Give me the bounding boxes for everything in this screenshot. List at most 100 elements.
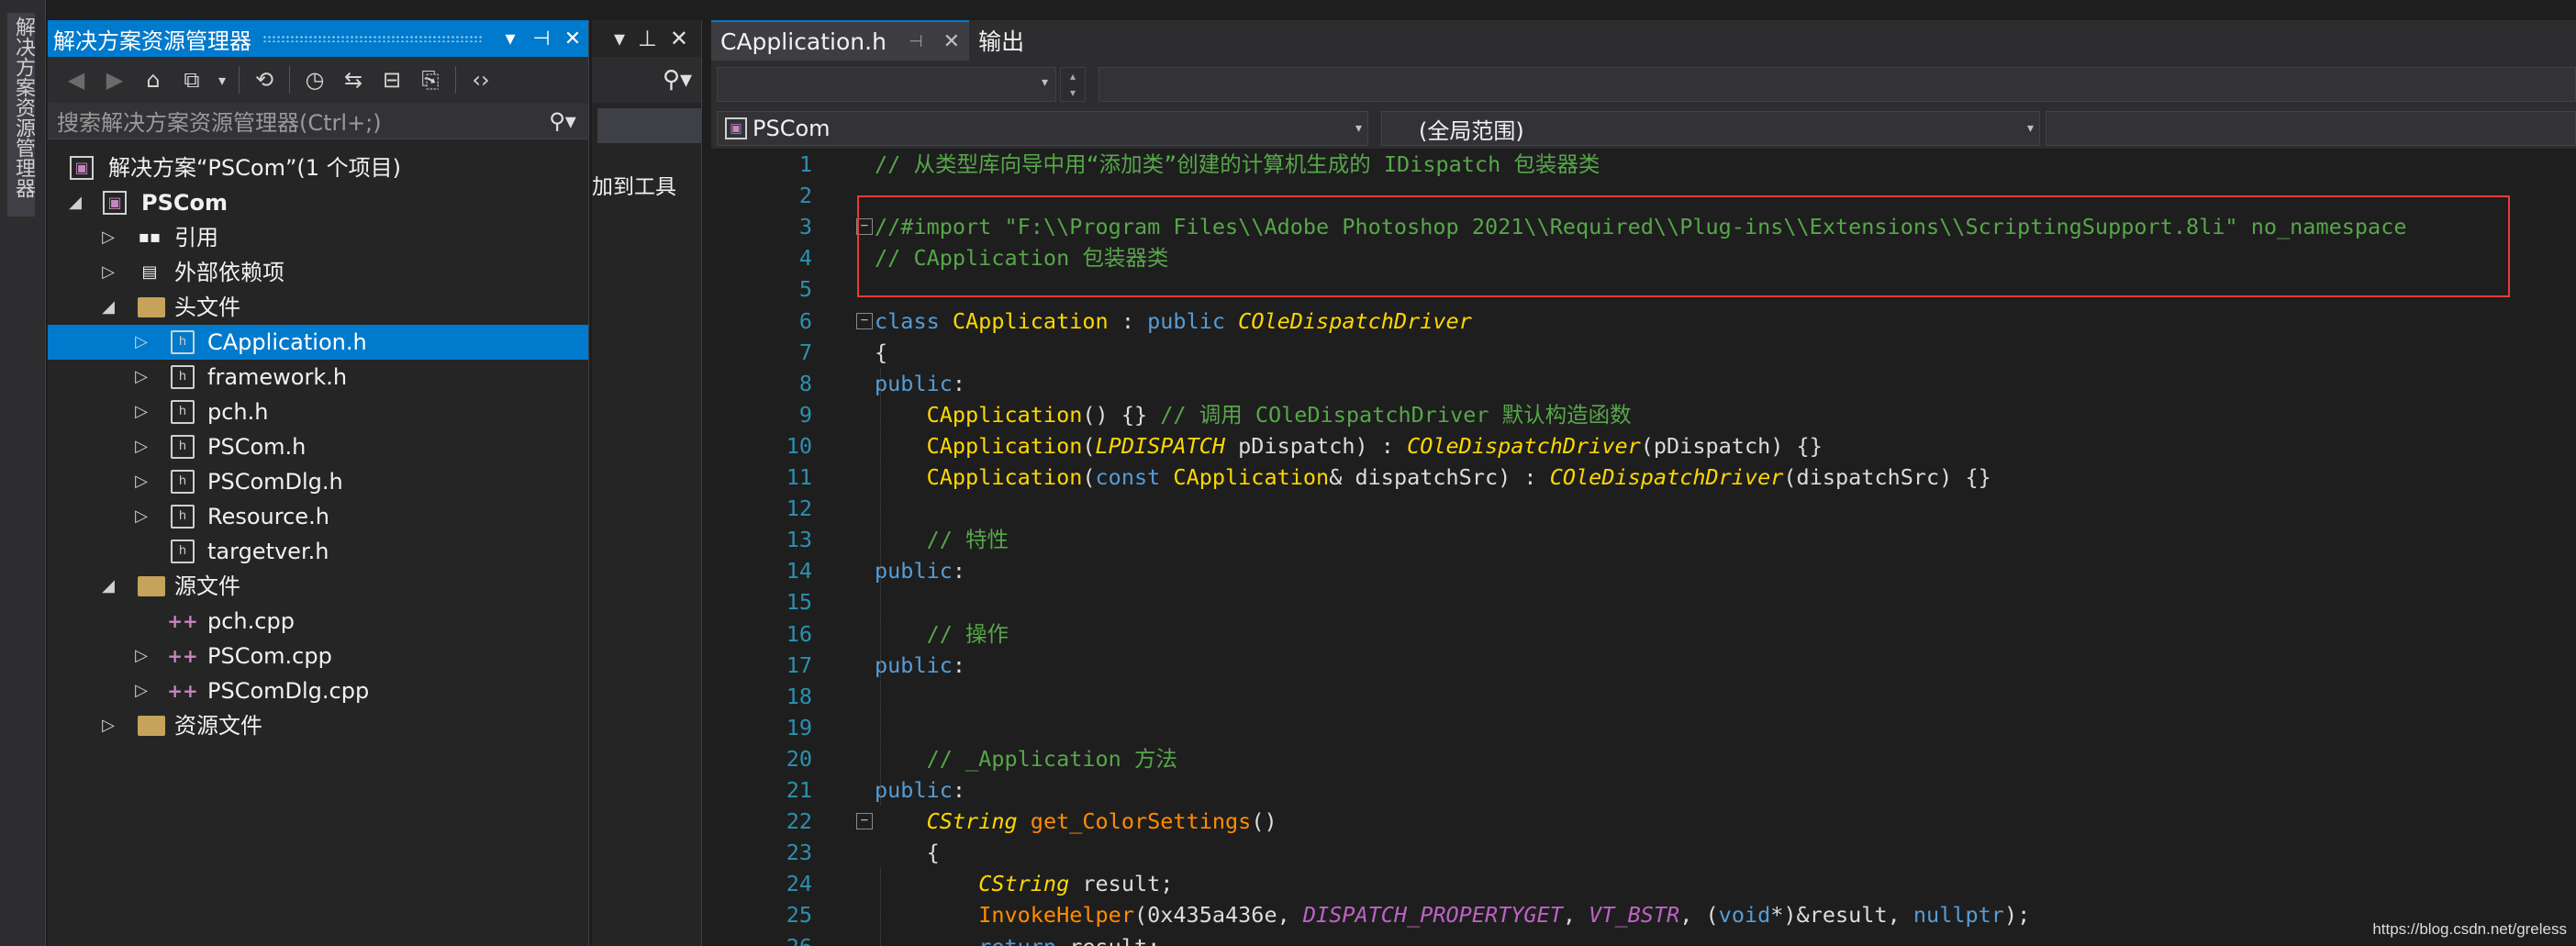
header-file-icon: h [171, 505, 195, 529]
secondary-pane-input[interactable] [597, 108, 701, 143]
references-icon: ▪▪ [138, 228, 162, 247]
tree-item[interactable]: ▷ h CApplication.h [48, 325, 588, 360]
solution-explorer-toolbar: ◀ ▶ ⌂ ⧉ ▾ ⟲ ◷ ⇆ ⊟ ⎘ ‹› [48, 57, 588, 103]
search-icon[interactable]: ⚲▾ [537, 108, 588, 134]
expand-arrow-icon[interactable]: ▷ [132, 395, 151, 429]
tab-capplication-h[interactable]: CApplication.h ⊣ ✕ [711, 20, 970, 61]
tree-item[interactable]: ▷ h framework.h [48, 360, 588, 395]
pin-icon[interactable]: ⊣ [526, 28, 557, 50]
forward-icon[interactable]: ▶ [97, 63, 132, 96]
close-icon[interactable]: ✕ [670, 26, 688, 51]
code-line: 19 [711, 712, 2576, 743]
line-number: 9 [798, 401, 812, 428]
tree-item-label: PSCom.h [207, 434, 307, 460]
line-number: 5 [798, 276, 812, 303]
tree-item[interactable]: ◢ ▣ PSCom [48, 185, 588, 220]
tree-item[interactable]: ▷ h PSCom.h [48, 429, 588, 464]
back-icon[interactable]: ◀ [59, 63, 94, 96]
cpp-file-icon: ++ [167, 680, 198, 702]
code-line: 25 InvokeHelper(0x435a436e, DISPATCH_PRO… [711, 899, 2576, 930]
history-icon[interactable]: ◷ [297, 63, 332, 96]
spin-buttons[interactable]: ▴ ▾ [1060, 67, 1086, 102]
collapse-arrow-icon[interactable]: ◢ [66, 185, 84, 220]
tree-item[interactable]: ▷ ++ PSCom.cpp [48, 639, 588, 673]
collapse-arrow-icon[interactable]: ◢ [99, 290, 117, 325]
code-text: public: [875, 370, 966, 396]
cpp-file-icon: ++ [167, 645, 198, 667]
close-icon[interactable]: ✕ [557, 28, 588, 50]
tree-item[interactable]: ▷ h PSComDlg.h [48, 464, 588, 499]
code-text: CApplication(LPDISPATCH pDispatch) : COl… [926, 432, 1823, 459]
show-all-files-icon[interactable]: ⎘ [413, 63, 448, 96]
tree-item[interactable]: ▷ ++ PSComDlg.cpp [48, 673, 588, 708]
tree-item[interactable]: ▷ h Resource.h [48, 499, 588, 534]
code-line: 13 // 特性 [711, 524, 2576, 555]
code-text: return result; [875, 931, 1160, 946]
tree-item[interactable]: h targetver.h [48, 534, 588, 569]
expand-arrow-icon[interactable]: ▷ [99, 255, 117, 290]
views-dropdown-icon[interactable]: ▾ [213, 63, 231, 96]
collapse-all-icon[interactable]: ⊟ [374, 63, 409, 96]
header-file-icon: h [171, 540, 195, 563]
tree-item[interactable]: ◢ 头文件 [48, 290, 588, 325]
code-line: 14 public: [711, 555, 2576, 586]
secondary-pane-titlebar: ▾ ⊥ ✕ [592, 20, 701, 57]
code-text: CString get_ColorSettings() [926, 808, 1277, 835]
code-line: 20 // _Application 方法 [711, 743, 2576, 774]
view-code-icon[interactable]: ‹› [463, 63, 498, 96]
code-line: 8 public: [711, 368, 2576, 399]
collapse-arrow-icon[interactable]: ◢ [99, 569, 117, 604]
dropdown-icon[interactable]: ▾ [495, 28, 526, 50]
fold-toggle-icon[interactable]: − [856, 813, 873, 830]
tree-item[interactable]: ▷ ▤ 外部依赖项 [48, 255, 588, 290]
tab-output[interactable]: 输出 [969, 20, 1033, 61]
code-line: 6 − class CApplication : public COleDispat… [711, 306, 2576, 337]
solution-search-box[interactable]: 搜索解决方案资源管理器(Ctrl+;) ⚲▾ [48, 103, 588, 139]
line-number: 12 [786, 495, 812, 522]
solution-search-input[interactable]: 搜索解决方案资源管理器(Ctrl+;) [57, 105, 537, 137]
secondary-pane-label: 加到工具 [592, 175, 676, 199]
code-text: // 特性 [926, 527, 1009, 553]
expand-arrow-icon[interactable]: ▷ [99, 708, 117, 743]
expand-arrow-icon[interactable]: ▷ [132, 464, 151, 499]
close-icon[interactable]: ✕ [943, 30, 960, 53]
member-scope-dropdown[interactable] [2046, 111, 2576, 146]
code-line: 12 [711, 493, 2576, 524]
pin-icon[interactable]: ⊥ [638, 26, 657, 51]
project-dropdown[interactable]: ▣ PSCom ▾ [717, 111, 1368, 146]
line-number: 26 [711, 931, 812, 946]
code-text: CApplication(const CApplication& dispatc… [926, 464, 1991, 490]
search-field[interactable] [1098, 67, 2576, 102]
switch-views-icon[interactable]: ⧉ [174, 63, 209, 96]
tree-item-label: 解决方案“PSCom”(1 个项目) [108, 155, 402, 181]
tree-item[interactable]: ▷ h pch.h [48, 395, 588, 429]
expand-arrow-icon[interactable]: ▷ [132, 673, 151, 708]
tree-item[interactable]: ▷ 资源文件 [48, 708, 588, 743]
chevron-down-icon: ▾ [1041, 75, 1048, 90]
expand-arrow-icon[interactable]: ▷ [132, 499, 151, 534]
scope-dropdown[interactable]: (全局范围) ▾ [1381, 111, 2040, 146]
tree-item-label: pch.cpp [207, 608, 295, 634]
tree-item[interactable]: ▷ ▪▪ 引用 [48, 220, 588, 255]
tree-item[interactable]: ++ pch.cpp [48, 604, 588, 639]
solution-explorer-side-tab[interactable]: 解决方案资源管理器 [7, 13, 35, 217]
expand-arrow-icon[interactable]: ▷ [132, 429, 151, 464]
home-icon[interactable]: ⌂ [136, 63, 171, 96]
search-icon[interactable]: ⚲▾ [663, 66, 692, 94]
code-line: 7{ [711, 337, 2576, 368]
dropdown-icon[interactable]: ▾ [614, 26, 625, 51]
pending-changes-icon[interactable]: ⟲ [247, 63, 282, 96]
member-dropdown[interactable]: ▾ [717, 67, 1056, 102]
expand-arrow-icon[interactable]: ▷ [99, 220, 117, 255]
fold-toggle-icon[interactable]: − [856, 312, 873, 329]
tree-item[interactable]: ◢ 源文件 [48, 569, 588, 604]
titlebar-grip [262, 35, 484, 42]
sync-icon[interactable]: ⇆ [336, 63, 371, 96]
solution-tree: ▣ 解决方案“PSCom”(1 个项目) ◢ ▣ PSCom ▷ ▪▪ 引用 ▷ ▤ 外部依赖项 ◢ 头… [48, 150, 588, 743]
pin-icon[interactable]: ⊣ [909, 32, 923, 51]
expand-arrow-icon[interactable]: ▷ [132, 360, 151, 395]
tab-label: CApplication.h [720, 28, 887, 55]
tree-item[interactable]: ▣ 解决方案“PSCom”(1 个项目) [48, 150, 588, 185]
expand-arrow-icon[interactable]: ▷ [132, 639, 151, 673]
expand-arrow-icon[interactable]: ▷ [132, 325, 151, 360]
